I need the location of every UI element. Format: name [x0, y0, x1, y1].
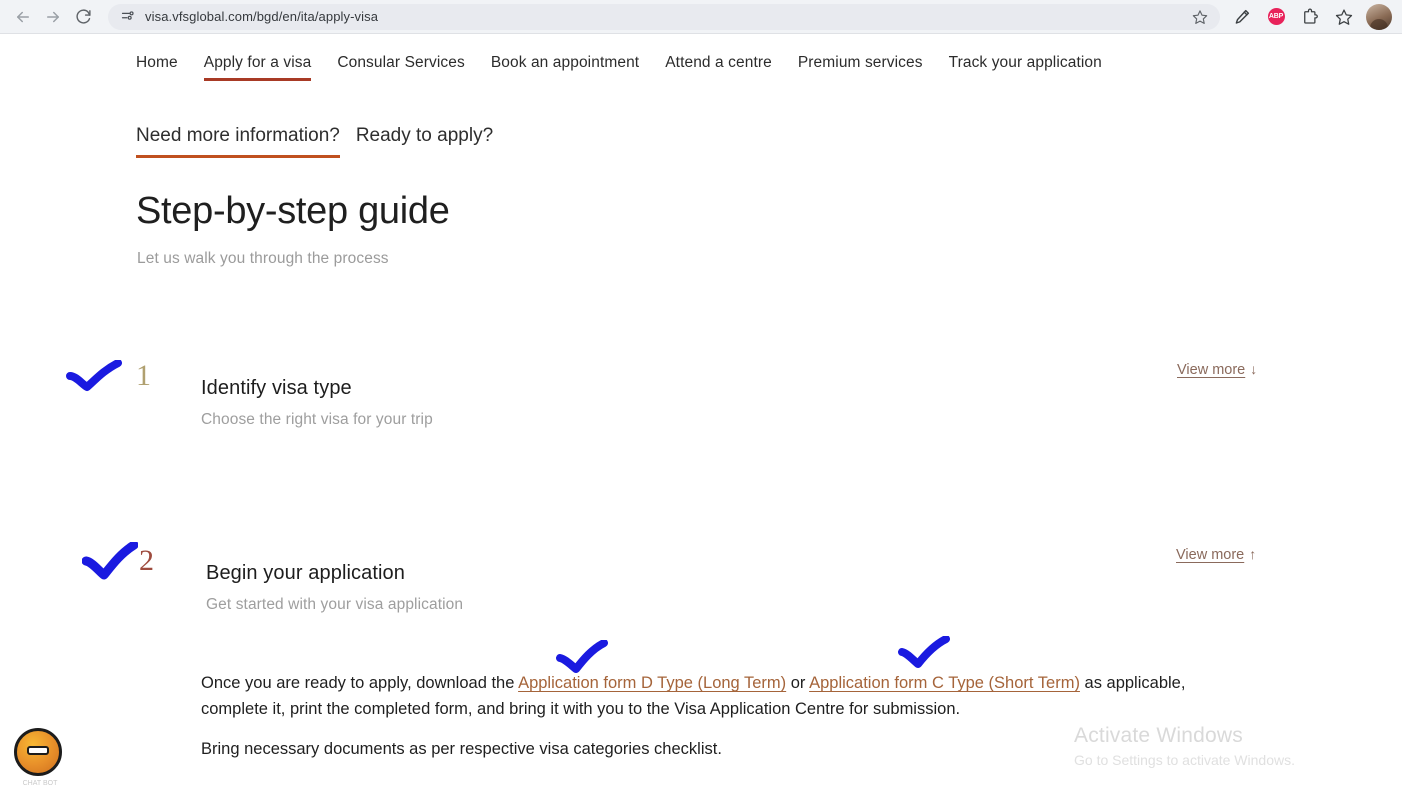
chat-assistant-icon: [14, 728, 62, 776]
extensions-icon[interactable]: [1294, 2, 1326, 32]
chat-widget-label: CHAT BOT: [22, 780, 58, 787]
nav-item-premium-services[interactable]: Premium services: [798, 54, 923, 91]
nav-item-book-an-appointment[interactable]: Book an appointment: [491, 54, 639, 91]
reload-icon[interactable]: [68, 2, 98, 32]
adblock-badge: ABP: [1267, 8, 1285, 25]
paragraph-text-lead: Once you are ready to apply, download th…: [201, 674, 519, 692]
page-title: Step-by-step guide: [136, 190, 450, 232]
nav-item-apply-for-a-visa[interactable]: Apply for a visa: [203, 54, 312, 91]
view-more-link-step-2[interactable]: View more ↑: [1176, 546, 1256, 563]
watermark-title: Activate Windows: [1074, 724, 1243, 747]
tab-need-more-information[interactable]: Need more information?: [136, 125, 340, 166]
application-form-c-type-link[interactable]: Application form C Type (Short Term): [809, 674, 1080, 692]
annotation-checkmark-link-c-type: [898, 636, 950, 669]
chevron-up-icon: ↑: [1249, 546, 1257, 562]
application-form-d-type-link[interactable]: Application form D Type (Long Term): [518, 674, 786, 692]
nav-item-attend-a-centre[interactable]: Attend a centre: [665, 54, 772, 91]
back-arrow-icon[interactable]: [8, 2, 38, 32]
nav-item-home[interactable]: Home: [136, 54, 178, 91]
url-text: visa.vfsglobal.com/bgd/en/ita/apply-visa: [145, 9, 379, 24]
windows-activation-watermark: Activate Windows Go to Settings to activ…: [1074, 724, 1374, 768]
tab-ready-to-apply[interactable]: Ready to apply?: [356, 125, 493, 166]
step-number: 1: [136, 359, 151, 392]
step-title: Identify visa type: [201, 377, 352, 399]
annotation-checkmark-step-1: [66, 360, 122, 394]
address-bar[interactable]: visa.vfsglobal.com/bgd/en/ita/apply-visa: [108, 3, 1220, 30]
annotation-checkmark-link-d-type: [556, 640, 608, 673]
star-icon[interactable]: [1328, 2, 1360, 32]
sub-tab-bar: Need more information? Ready to apply?: [136, 125, 493, 166]
chevron-down-icon: ↓: [1250, 361, 1258, 377]
nav-item-track-your-application[interactable]: Track your application: [949, 54, 1102, 91]
main-navigation: Home Apply for a visa Consular Services …: [136, 54, 1102, 91]
watermark-subtitle: Go to Settings to activate Windows.: [1074, 752, 1295, 768]
view-more-label: View more: [1177, 362, 1246, 378]
paragraph-text-conjunction: or: [786, 674, 810, 692]
nav-item-consular-services[interactable]: Consular Services: [337, 54, 464, 91]
annotation-checkmark-step-2: [82, 542, 138, 582]
tune-icon[interactable]: [118, 8, 136, 26]
page-subtitle: Let us walk you through the process: [137, 250, 389, 267]
view-more-link-step-1[interactable]: View more ↓: [1177, 361, 1257, 378]
step-2-paragraph-2: Bring necessary documents as per respect…: [201, 740, 722, 759]
step-number: 2: [139, 544, 154, 577]
forward-arrow-icon[interactable]: [38, 2, 68, 32]
step-description: Get started with your visa application: [206, 596, 464, 613]
step-description: Choose the right visa for your trip: [201, 411, 433, 428]
step-2-paragraph-1: Once you are ready to apply, download th…: [201, 670, 1201, 722]
adblock-icon[interactable]: ABP: [1260, 2, 1292, 32]
step-2-expanded-content: Once you are ready to apply, download th…: [201, 670, 1201, 762]
browser-toolbar: visa.vfsglobal.com/bgd/en/ita/apply-visa…: [0, 0, 1402, 33]
step-title: Begin your application: [206, 562, 405, 584]
page-content: Home Apply for a visa Consular Services …: [0, 34, 1402, 792]
pen-icon[interactable]: [1226, 2, 1258, 32]
chat-assistant-widget[interactable]: CHAT BOT: [14, 728, 62, 787]
profile-avatar[interactable]: [1366, 3, 1392, 30]
view-more-label: View more: [1176, 547, 1245, 563]
bookmark-star-icon[interactable]: [1190, 7, 1210, 27]
extension-toolbar: ABP: [1226, 2, 1394, 32]
chat-mouth-shape: [27, 746, 49, 755]
